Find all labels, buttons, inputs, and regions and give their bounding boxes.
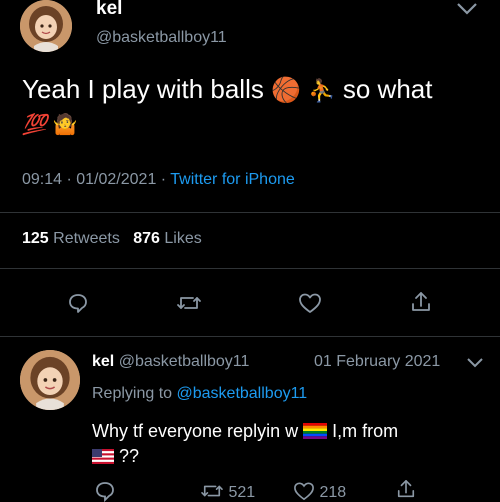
likes-label: Likes (164, 230, 202, 247)
retweets-count: 125 (22, 230, 49, 247)
likes-count: 876 (133, 230, 160, 247)
timestamp: 09:14 · 01/02/2021 · (22, 171, 167, 188)
divider (0, 212, 500, 213)
retweets-label: Retweets (53, 230, 120, 247)
tweet-stats: 125 Retweets 876 Likes (22, 230, 202, 248)
hundred-points-emoji-icon: 💯 (22, 114, 47, 136)
replying-to-handle[interactable]: @basketballboy11 (177, 385, 308, 402)
reply-retweet-action[interactable]: 521 (200, 481, 255, 502)
reply-avatar[interactable] (20, 350, 80, 410)
reply-text-line2: ?? (92, 446, 139, 469)
basketball-player-emoji-icon: ⛹ (308, 78, 336, 103)
reply-share-icon[interactable] (396, 478, 416, 500)
reply-display-name[interactable]: kel (92, 353, 114, 370)
reply-like-icon (293, 481, 315, 501)
us-flag-icon (92, 448, 114, 469)
shrug-emoji-icon: 🤷 (52, 114, 78, 136)
reply-like-action[interactable]: 218 (293, 481, 346, 502)
likes-stat[interactable]: 876 Likes (133, 230, 202, 247)
tweet-text: Yeah I play with balls 🏀 ⛹ so what (22, 74, 432, 105)
reply-text-part1: Why tf everyone replyin w (92, 421, 299, 441)
retweets-stat[interactable]: 125 Retweets (22, 230, 124, 247)
tweet-text-part1: Yeah I play with balls (22, 74, 264, 104)
tweet-emoji-line: 💯 🤷 (22, 112, 77, 137)
divider (0, 336, 500, 337)
reply-icon[interactable] (67, 292, 89, 314)
reply-header: kel @basketballboy11 (92, 353, 249, 371)
reply-like-count: 218 (319, 484, 347, 501)
reply-text-line1: Why tf everyone replyin w I,m from (92, 421, 398, 444)
chevron-down-icon[interactable] (456, 2, 478, 16)
basketball-emoji-icon: 🏀 (271, 77, 301, 104)
display-name[interactable]: kel (96, 0, 122, 20)
reply-retweet-count: 521 (228, 484, 256, 501)
share-icon[interactable] (410, 290, 432, 314)
replying-to-prefix: Replying to (92, 385, 173, 402)
source-link[interactable]: Twitter for iPhone (170, 171, 295, 188)
reply-text-part2: I,m from (332, 421, 399, 441)
like-icon[interactable] (298, 292, 322, 314)
tweet-meta: 09:14 · 01/02/2021 · Twitter for iPhone (22, 171, 295, 189)
handle[interactable]: @basketballboy11 (96, 29, 227, 47)
divider (0, 268, 500, 269)
avatar[interactable] (20, 0, 72, 52)
retweet-icon[interactable] (176, 292, 202, 314)
reply-retweet-icon (200, 481, 224, 501)
rainbow-flag-icon (303, 423, 328, 444)
reply-text-part3: ?? (119, 446, 140, 466)
reply-chevron-down-icon[interactable] (466, 357, 484, 369)
reply-handle[interactable]: @basketballboy11 (119, 353, 250, 370)
reply-reply-icon[interactable] (94, 480, 116, 502)
reply-date[interactable]: 01 February 2021 (314, 353, 440, 371)
tweet-text-part2: so what (342, 74, 433, 104)
replying-to: Replying to @basketballboy11 (92, 385, 307, 403)
